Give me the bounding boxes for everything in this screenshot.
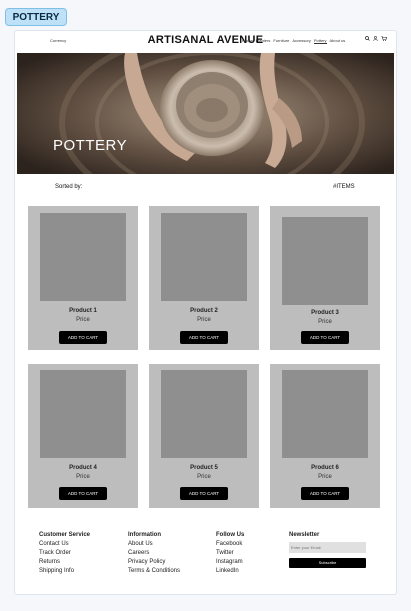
product-image: [282, 217, 368, 305]
user-icon[interactable]: [373, 36, 378, 41]
add-to-cart-button[interactable]: ADD TO CART: [59, 331, 107, 344]
header-icons: [365, 36, 387, 41]
frame-label: POTTERY: [5, 8, 67, 26]
footer-link-privacy-policy[interactable]: Privacy Policy: [128, 558, 180, 567]
footer-customer-service: Customer Service Contact Us Track Order …: [39, 531, 90, 576]
product-name: Product 5: [190, 465, 218, 471]
footer-heading: Newsletter: [289, 532, 320, 538]
items-count: #ITEMS: [333, 184, 355, 190]
nav-pottery[interactable]: Pottery: [313, 38, 327, 44]
product-card[interactable]: Product 2 Price ADD TO CART: [149, 206, 259, 350]
search-icon[interactable]: [365, 36, 370, 41]
product-image: [161, 213, 247, 301]
footer-heading: Information: [128, 532, 161, 538]
nav-accessory[interactable]: Accessory: [292, 38, 310, 44]
newsletter-email-input[interactable]: [289, 542, 366, 553]
footer-follow-us: Follow Us Facebook Twitter Instagram Lin…: [216, 531, 244, 576]
hero-banner: POTTERY: [17, 53, 394, 174]
product-price: Price: [197, 317, 211, 323]
footer-link-careers[interactable]: Careers: [128, 549, 180, 558]
footer-link-linkedin[interactable]: LinkedIn: [216, 567, 244, 576]
sort-control[interactable]: Sorted by:: [55, 184, 82, 190]
footer-link-instagram[interactable]: Instagram: [216, 558, 244, 567]
product-price: Price: [318, 319, 332, 325]
add-to-cart-button[interactable]: ADD TO CART: [180, 487, 228, 500]
product-name: Product 4: [69, 465, 97, 471]
add-to-cart-button[interactable]: ADD TO CART: [301, 487, 349, 500]
footer-link-facebook[interactable]: Facebook: [216, 540, 244, 549]
footer-link-returns[interactable]: Returns: [39, 558, 90, 567]
add-to-cart-button[interactable]: ADD TO CART: [180, 331, 228, 344]
product-card[interactable]: Product 4 Price ADD TO CART: [28, 364, 138, 508]
product-image: [161, 370, 247, 458]
product-price: Price: [76, 474, 90, 480]
product-price: Price: [197, 474, 211, 480]
footer-link-contact-us[interactable]: Contact Us: [39, 540, 90, 549]
cart-icon[interactable]: [381, 36, 387, 41]
product-card[interactable]: Product 5 Price ADD TO CART: [149, 364, 259, 508]
product-name: Product 2: [190, 308, 218, 314]
footer-newsletter: Newsletter: [289, 531, 319, 540]
product-card[interactable]: Product 1 Price ADD TO CART: [28, 206, 138, 350]
product-image: [40, 370, 126, 458]
footer-heading: Customer Service: [39, 532, 91, 538]
hero-title: POTTERY: [53, 137, 128, 154]
nav-about-us[interactable]: About us: [330, 38, 346, 44]
product-price: Price: [76, 317, 90, 323]
product-image: [40, 213, 126, 301]
add-to-cart-button[interactable]: ADD TO CART: [59, 487, 107, 500]
pottery-page: Currency ARTISANAL AVENUE Home Planters …: [14, 30, 397, 595]
product-name: Product 1: [69, 308, 97, 314]
footer-heading: Follow Us: [216, 532, 245, 538]
product-card[interactable]: Product 6 Price ADD TO CART: [270, 364, 380, 508]
main-nav: Home Planters Furniture Accessory Potter…: [242, 38, 345, 44]
nav-home[interactable]: Home: [242, 38, 253, 44]
footer-information: Information About Us Careers Privacy Pol…: [128, 531, 180, 576]
product-card[interactable]: Product 3 Price ADD TO CART: [270, 206, 380, 350]
add-to-cart-button[interactable]: ADD TO CART: [301, 331, 349, 344]
site-header: Currency ARTISANAL AVENUE Home Planters …: [15, 31, 396, 53]
footer-link-terms[interactable]: Terms & Conditions: [128, 567, 180, 576]
product-name: Product 6: [311, 465, 339, 471]
nav-furniture[interactable]: Furniture: [273, 38, 289, 44]
footer-link-about-us[interactable]: About Us: [128, 540, 180, 549]
footer-link-track-order[interactable]: Track Order: [39, 549, 90, 558]
nav-planters[interactable]: Planters: [256, 38, 271, 44]
product-image: [282, 370, 368, 458]
product-name: Product 3: [311, 310, 339, 316]
subscribe-button[interactable]: Subscribe: [289, 558, 366, 568]
footer-link-shipping-info[interactable]: Shipping Info: [39, 567, 90, 576]
footer-link-twitter[interactable]: Twitter: [216, 549, 244, 558]
product-price: Price: [318, 474, 332, 480]
pottery-wheel-image: [17, 53, 394, 174]
